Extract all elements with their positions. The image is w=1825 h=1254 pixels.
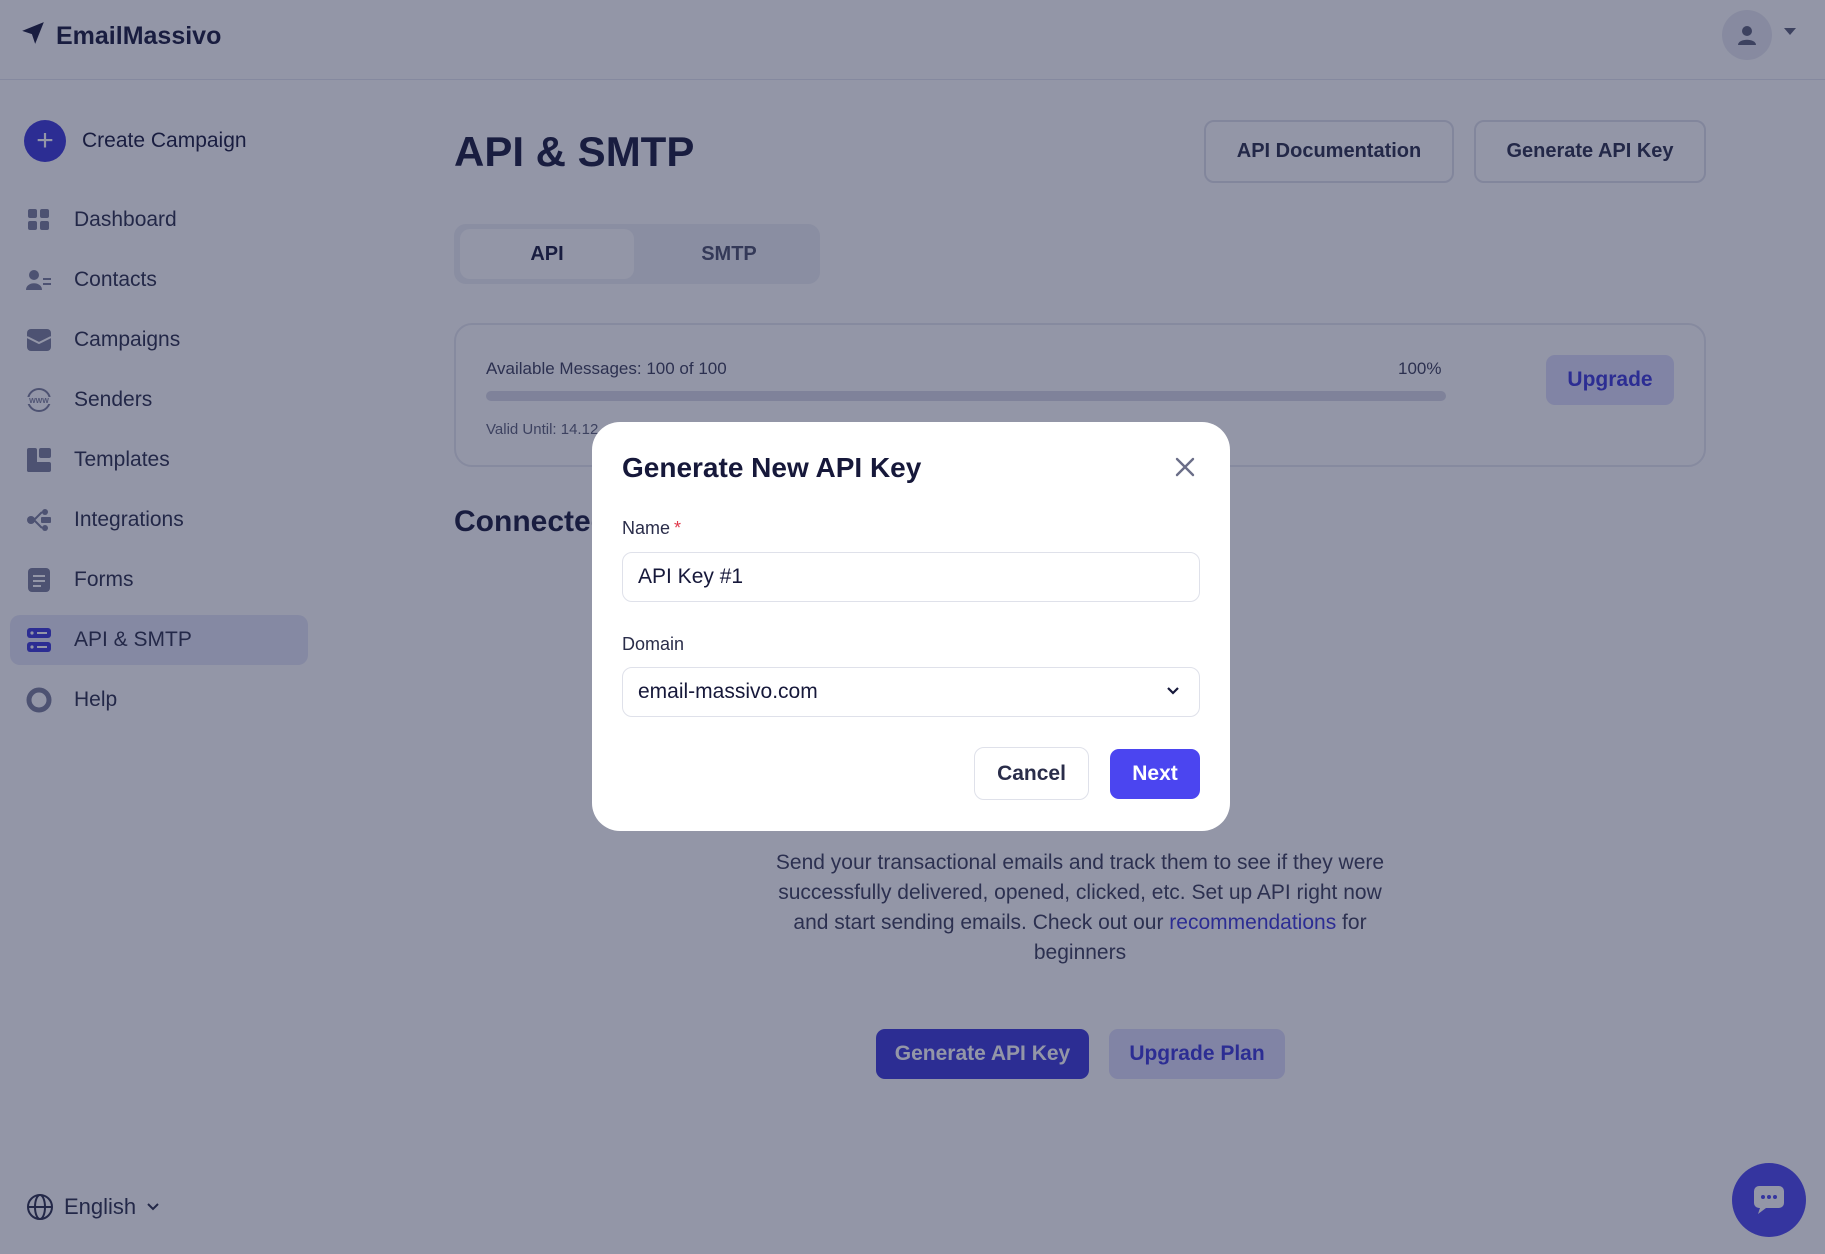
name-field-label: Name * — [622, 518, 681, 539]
required-asterisk: * — [674, 518, 682, 538]
modal-title: Generate New API Key — [622, 452, 922, 483]
chevron-down-icon — [1167, 687, 1179, 695]
domain-select-value: email-massivo.com — [638, 680, 818, 703]
next-button[interactable]: Next — [1110, 749, 1200, 799]
domain-field-label: Domain — [622, 634, 685, 654]
name-field[interactable] — [622, 552, 1200, 602]
generate-api-key-modal: Generate New API Key Name* Domain email-… — [592, 422, 1230, 831]
close-icon[interactable] — [1170, 452, 1200, 482]
cancel-button[interactable]: Cancel — [974, 747, 1089, 800]
name-label-text: Name — [622, 518, 671, 538]
name-input[interactable] — [638, 565, 1199, 589]
domain-select[interactable]: email-massivo.com — [622, 667, 1200, 717]
